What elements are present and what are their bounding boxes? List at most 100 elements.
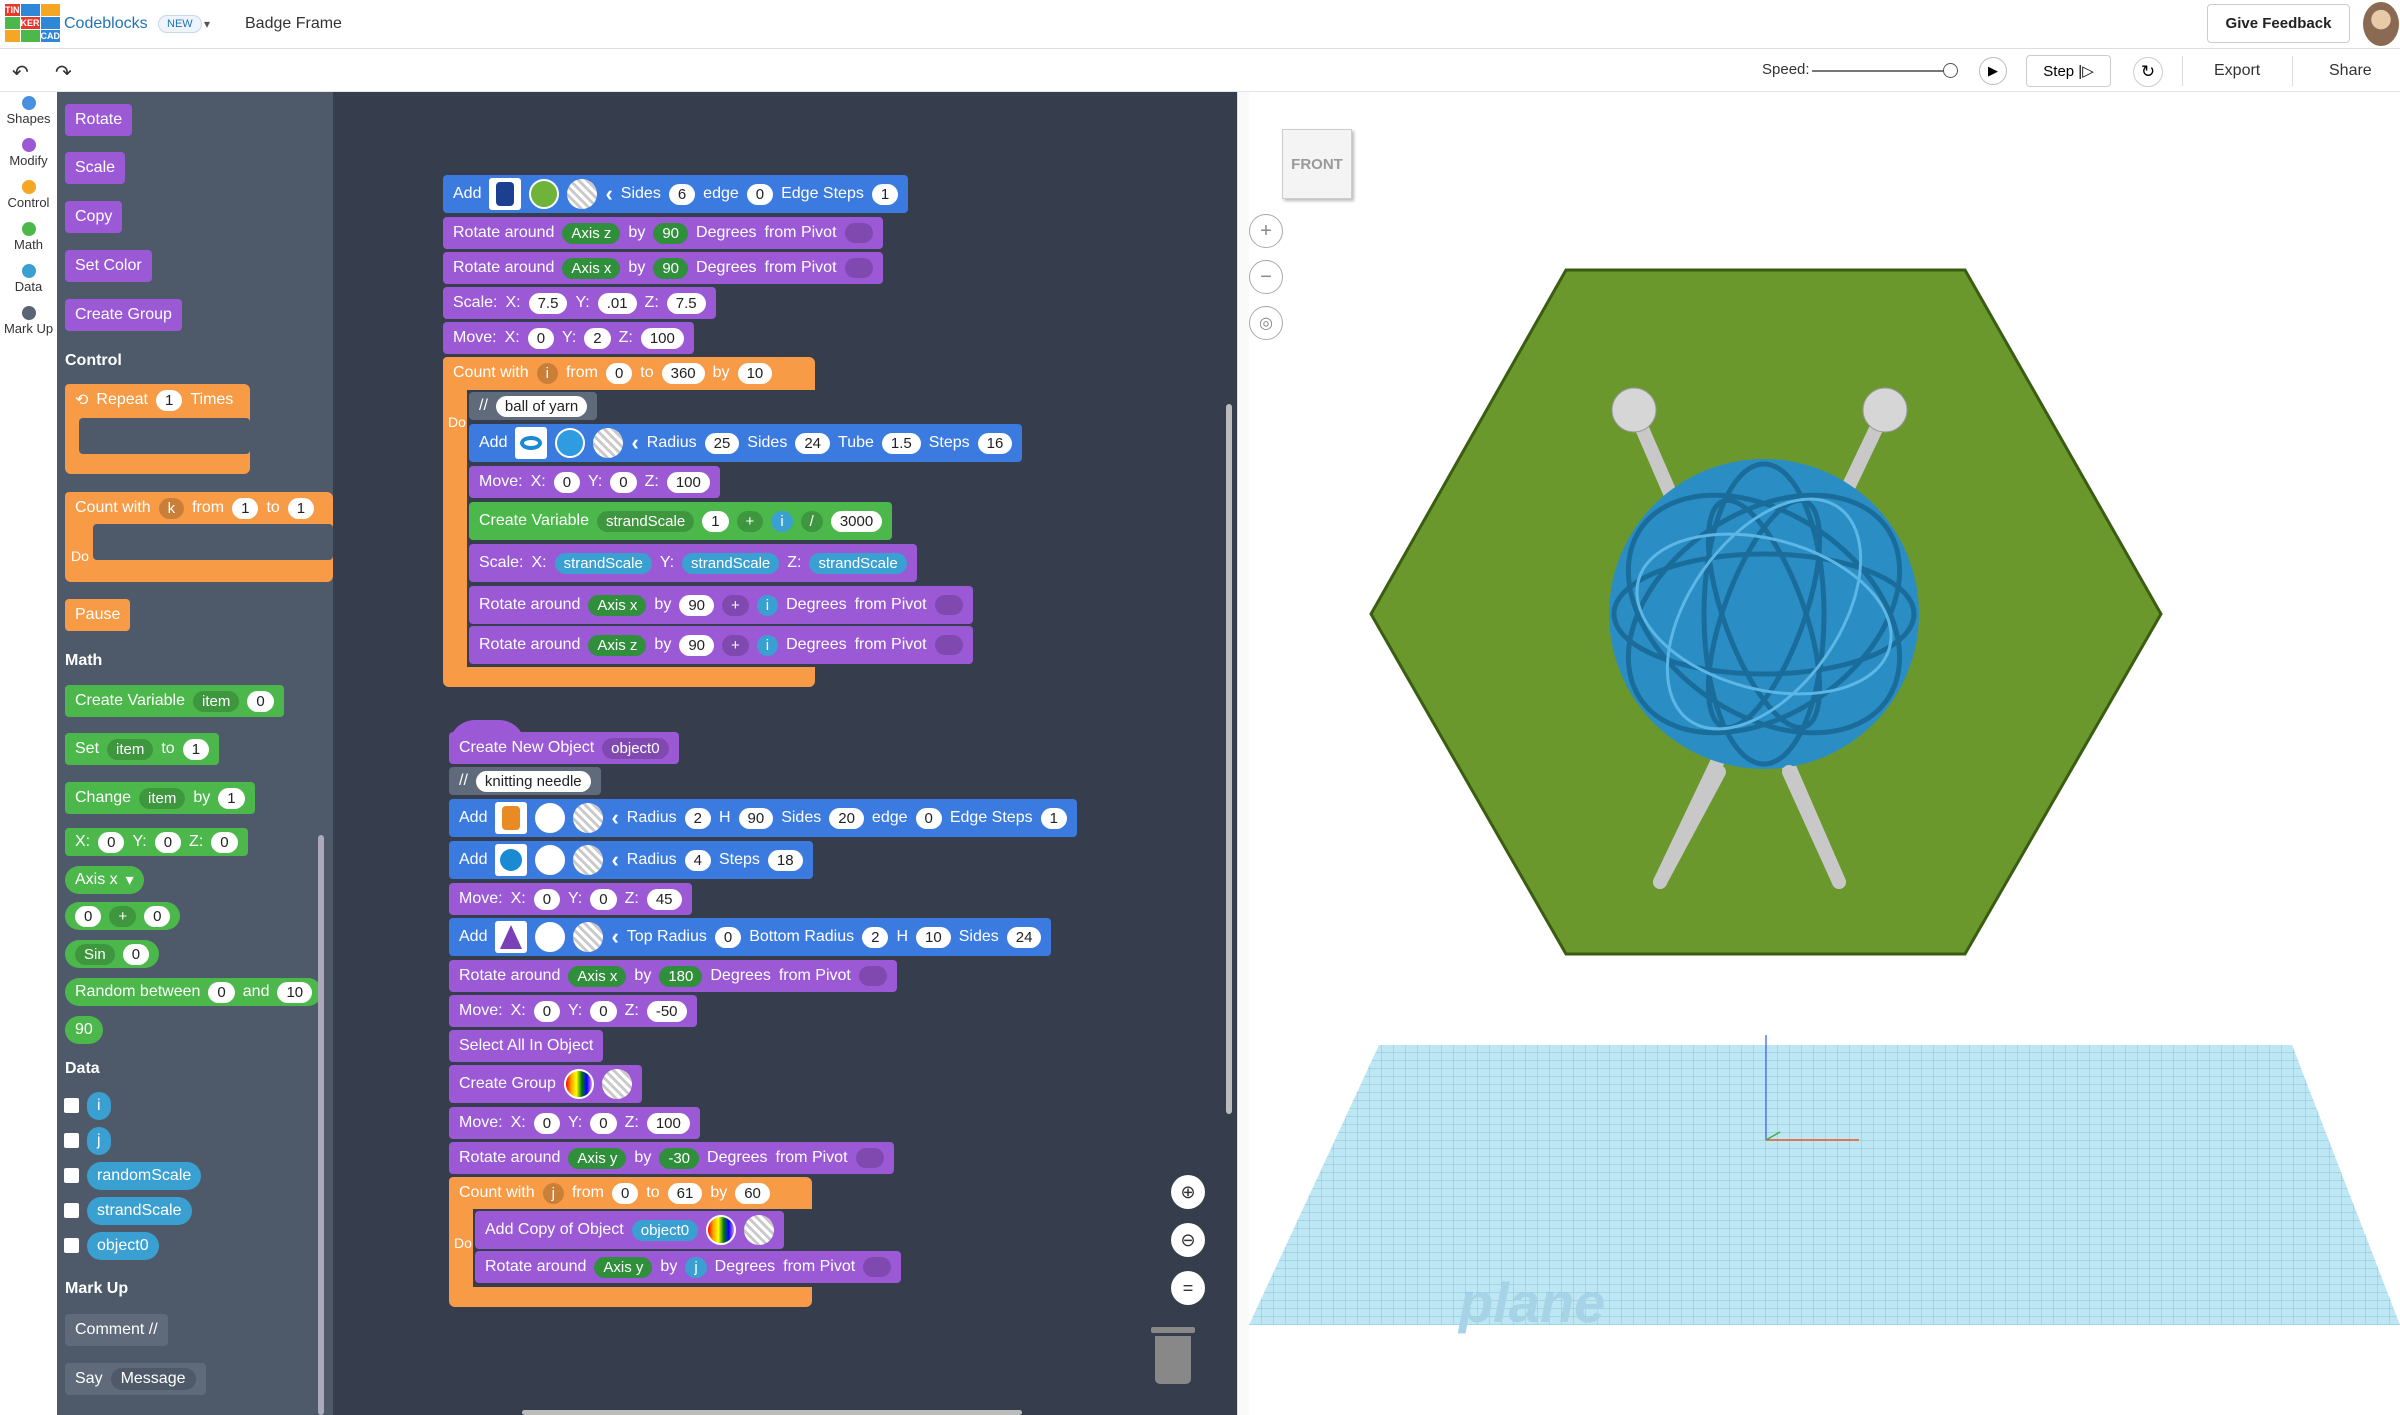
category-math[interactable]: Math: [0, 222, 57, 252]
fit-view-icon[interactable]: ◎: [1249, 306, 1283, 340]
var-i[interactable]: i: [87, 1092, 111, 1120]
collapse-icon[interactable]: ‹: [611, 847, 618, 873]
collapse-icon[interactable]: ‹: [605, 181, 612, 207]
number-block[interactable]: 90: [65, 1016, 103, 1044]
add-cylinder-block[interactable]: Add ‹ Radius 2 H 90 Sides 20 edge 0 Edge Ste…: [449, 799, 1077, 837]
panel-divider[interactable]: [1237, 92, 1249, 1415]
color-swatch[interactable]: [535, 922, 566, 952]
zoom-in-icon[interactable]: +: [1249, 214, 1283, 248]
count-with-block[interactable]: Count with k from 1 to 1: [65, 492, 325, 524]
var-checkbox[interactable]: [64, 1203, 79, 1218]
document-name[interactable]: Badge Frame: [245, 15, 342, 33]
xyz-block[interactable]: X: 0 Y: 0 Z: 0: [65, 828, 248, 856]
create-variable-block[interactable]: Create Variable item 0: [65, 685, 284, 717]
hole-swatch[interactable]: [601, 1069, 632, 1099]
count-with-block-2[interactable]: Count with j from 0 to 61 by 60: [449, 1177, 780, 1209]
color-swatch[interactable]: [555, 428, 586, 458]
export-button[interactable]: Export: [2214, 62, 2260, 80]
category-modify[interactable]: Modify: [0, 138, 57, 168]
add-torus-block[interactable]: Add ‹ Radius 25 Sides 24 Tube 1.5 Steps 16: [469, 424, 1023, 462]
category-shapes[interactable]: Shapes: [0, 96, 57, 126]
color-swatch[interactable]: [535, 845, 566, 875]
count-with-block-1[interactable]: Count with i from 0 to 360 by 10: [443, 357, 783, 389]
comment-block[interactable]: Comment //: [65, 1314, 168, 1346]
hole-swatch[interactable]: [573, 922, 604, 952]
var-object0[interactable]: object0: [87, 1232, 159, 1260]
rotate-block-1[interactable]: Rotate around Axis z by 90 Degrees from Pivot: [443, 217, 883, 249]
color-swatch[interactable]: [529, 179, 560, 209]
create-variable-strandscale[interactable]: Create Variable strandScale 1 + i/3000: [469, 502, 893, 540]
collapse-icon[interactable]: ‹: [631, 430, 638, 456]
set-block[interactable]: Set item to 1: [65, 733, 220, 765]
rotate-block-3[interactable]: Rotate around Axis x by 90 + i Degrees from Piv…: [469, 586, 973, 624]
create-new-object-block[interactable]: Create New Object object0: [449, 732, 679, 764]
zoom-out-icon[interactable]: −: [1249, 260, 1283, 294]
move-block-2[interactable]: Move: X: 0 Y: 0 Z: 100: [469, 466, 720, 498]
redo-icon[interactable]: ↷: [55, 60, 72, 85]
hole-swatch[interactable]: [744, 1215, 775, 1245]
chevron-down-icon[interactable]: ▾: [204, 17, 210, 31]
change-block[interactable]: Change item by 1: [65, 782, 255, 814]
pause-block[interactable]: Pause: [65, 599, 131, 631]
random-block[interactable]: Random between 0 and 10: [65, 978, 323, 1006]
workspace-hscrollbar[interactable]: [522, 1410, 1022, 1415]
cone-shape-icon[interactable]: [495, 921, 528, 953]
rotate-block-6[interactable]: Rotate around Axis y by -30 Degrees from Pivo…: [449, 1142, 894, 1174]
var-checkbox[interactable]: [64, 1098, 79, 1113]
var-checkbox[interactable]: [64, 1168, 79, 1183]
trash-icon[interactable]: [1151, 1327, 1195, 1384]
comment-ball-of-yarn[interactable]: //ball of yarn: [469, 392, 598, 420]
avatar[interactable]: [2363, 2, 2399, 46]
slider-thumb[interactable]: [1943, 63, 1958, 78]
color-swatch[interactable]: [535, 803, 566, 833]
hole-swatch[interactable]: [573, 845, 604, 875]
group-color-swatch[interactable]: [563, 1069, 594, 1099]
add-cone-block[interactable]: Add ‹ Top Radius 0 Bottom Radius 2 H 10 Sid…: [449, 918, 1052, 956]
move-block-5[interactable]: Move: X: 0 Y: 0 Z: 100: [449, 1107, 700, 1139]
give-feedback-button[interactable]: Give Feedback: [2207, 4, 2350, 43]
zoom-in-icon[interactable]: ⊕: [1171, 1175, 1205, 1209]
var-strandscale[interactable]: strandScale: [87, 1197, 192, 1225]
scale-block-2[interactable]: Scale: X: strandScale Y: strandScale Z: strand…: [469, 544, 917, 582]
var-checkbox[interactable]: [64, 1238, 79, 1253]
hole-swatch[interactable]: [593, 428, 624, 458]
var-j[interactable]: j: [87, 1127, 111, 1155]
add-sphere-block[interactable]: Add ‹ Radius 4 Steps 18: [449, 841, 813, 879]
speed-slider[interactable]: [1812, 63, 1958, 78]
var-checkbox[interactable]: [64, 1133, 79, 1148]
hexagon-shape-icon[interactable]: [489, 178, 522, 210]
reset-icon[interactable]: ↻: [2133, 57, 2163, 87]
3d-viewport[interactable]: FRONT plane + − ◎: [1249, 92, 2400, 1415]
workspace-scrollbar[interactable]: [1226, 404, 1232, 1114]
step-button[interactable]: Step |▷: [2026, 55, 2111, 87]
create-group-block[interactable]: Create Group: [65, 299, 182, 331]
undo-icon[interactable]: ↶: [12, 60, 29, 85]
cylinder-shape-icon[interactable]: [495, 802, 528, 834]
zoom-reset-icon[interactable]: =: [1171, 1271, 1205, 1305]
move-block-4[interactable]: Move: X: 0 Y: 0 Z: -50: [449, 995, 697, 1027]
zoom-out-icon[interactable]: ⊖: [1171, 1223, 1205, 1257]
category-markup[interactable]: Mark Up: [0, 306, 57, 336]
palette-scrollbar[interactable]: [318, 835, 324, 1415]
hole-swatch[interactable]: [573, 803, 604, 833]
category-data[interactable]: Data: [0, 264, 57, 294]
comment-knitting-needle[interactable]: //knitting needle: [449, 767, 601, 795]
collapse-icon[interactable]: ‹: [611, 924, 618, 950]
sphere-shape-icon[interactable]: [495, 844, 528, 876]
scale-block-1[interactable]: Scale: X: 7.5 Y: .01 Z: 7.5: [443, 287, 716, 319]
set-color-block[interactable]: Set Color: [65, 250, 152, 282]
scale-block[interactable]: Scale: [65, 152, 126, 184]
rotate-block-4[interactable]: Rotate around Axis z by 90 + i Degrees from Piv…: [469, 626, 973, 664]
rotate-block[interactable]: Rotate: [65, 104, 133, 136]
app-name[interactable]: Codeblocks: [64, 15, 148, 33]
add-hexagon-block[interactable]: Add ‹ Sides 6 edge 0 Edge Steps 1: [443, 175, 909, 213]
arithmetic-block[interactable]: 0 +0: [65, 902, 181, 930]
torus-shape-icon[interactable]: [515, 427, 548, 459]
copy-color-swatch[interactable]: [706, 1215, 737, 1245]
select-all-block[interactable]: Select All In Object: [449, 1030, 604, 1062]
rotate-block-2[interactable]: Rotate around Axis x by 90 Degrees from Pivot: [443, 252, 883, 284]
collapse-icon[interactable]: ‹: [611, 805, 618, 831]
say-block[interactable]: Say Message: [65, 1363, 206, 1395]
axis-block[interactable]: Axis x ▾: [65, 866, 144, 894]
rotate-block-7[interactable]: Rotate around Axis y by j Degrees from Pivot: [475, 1251, 902, 1283]
